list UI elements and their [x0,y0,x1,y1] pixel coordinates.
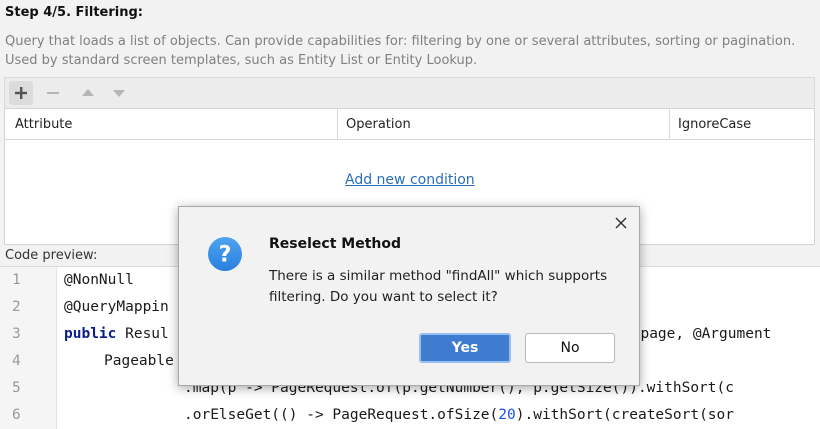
code-line: @QueryMappin [64,299,169,315]
remove-condition-button[interactable] [41,81,65,105]
code-keyword: public [64,326,117,342]
code-line: public Resul [64,326,169,342]
line-number: 3 [12,326,21,342]
code-preview-label: Code preview: [5,248,98,263]
column-divider[interactable] [669,109,670,139]
reselect-method-dialog: ? Reselect Method There is a similar met… [178,206,640,386]
step-description: Query that loads a list of objects. Can … [5,32,817,70]
code-line: Pageable [104,353,174,369]
remove-icon [47,92,59,94]
code-text: @QueryMappin [64,299,169,315]
line-number: 5 [12,380,21,396]
description-line-1: Query that loads a list of objects. Can … [5,34,796,49]
conditions-toolbar [4,77,815,108]
dialog-message-line-2: filtering. Do you want to select it? [269,289,498,305]
add-new-condition-link[interactable]: Add new condition [345,172,475,188]
column-header-attribute[interactable]: Attribute [15,109,72,139]
move-down-icon [113,90,125,97]
code-text: @NonNull [64,272,134,288]
add-condition-button[interactable] [9,81,33,105]
yes-button[interactable]: Yes [419,333,511,363]
description-line-2: Used by standard screen templates, such … [5,53,478,68]
table-header: Attribute Operation IgnoreCase [5,109,814,140]
add-icon [15,87,27,99]
no-button[interactable]: No [525,333,615,363]
dialog-title: Reselect Method [269,236,401,252]
code-line-tail: t page, @Argument [623,326,772,342]
dialog-message-line-1: There is a similar method "findAll" whic… [269,268,608,284]
close-icon [615,217,627,229]
code-number: 20 [498,407,516,423]
code-text: Pageable [104,353,174,369]
line-number-gutter: 1 2 3 4 5 6 [0,267,57,429]
svg-text:?: ? [219,243,232,268]
column-header-ignore-case[interactable]: IgnoreCase [678,109,751,139]
line-number: 6 [12,407,21,423]
line-number: 1 [12,272,21,288]
code-text: ).withSort(createSort(sor [515,407,734,423]
move-down-button[interactable] [107,81,131,105]
code-text: .orElseGet(() -> PageRequest.ofSize( [184,407,499,423]
question-icon: ? [208,237,242,271]
dialog-close-button[interactable] [611,213,631,233]
move-up-button[interactable] [76,81,100,105]
line-number: 4 [12,353,21,369]
dialog-message: There is a similar method "findAll" whic… [269,266,619,308]
column-divider[interactable] [337,109,338,139]
move-up-icon [82,89,94,96]
code-line: @NonNull [64,272,134,288]
column-header-operation[interactable]: Operation [346,109,411,139]
code-line: .orElseGet(() -> PageRequest.ofSize(20).… [184,407,734,423]
step-title: Step 4/5. Filtering: [5,5,143,20]
line-number: 2 [12,299,21,315]
code-text: Resul [116,326,169,342]
